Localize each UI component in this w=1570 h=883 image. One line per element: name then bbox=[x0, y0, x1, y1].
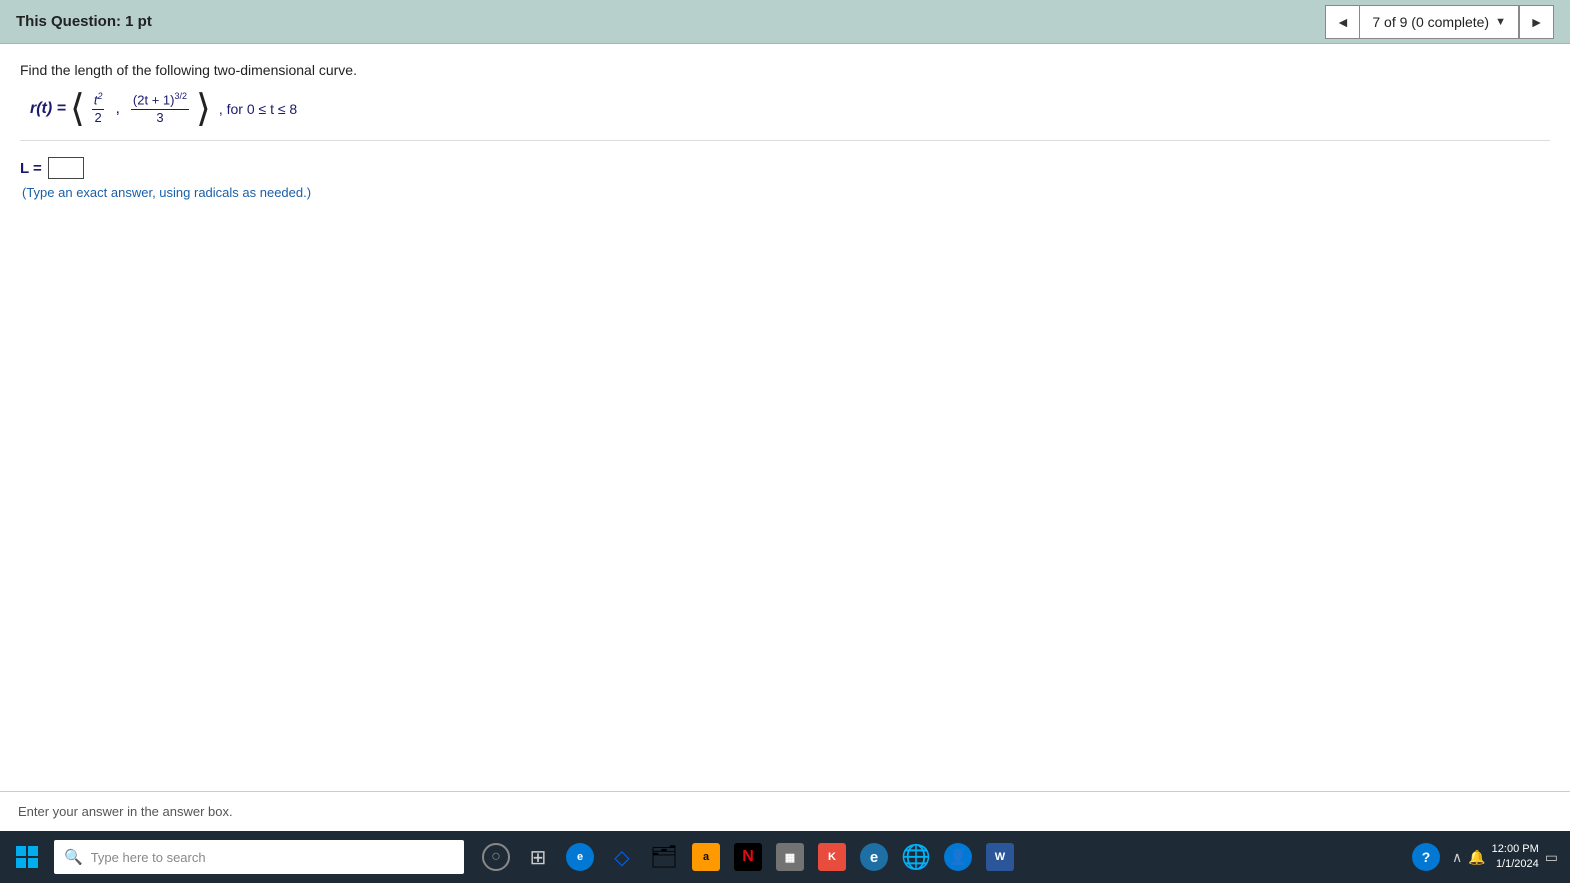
fraction-t2-2: t2 2 bbox=[92, 91, 105, 127]
search-icon: 🔍 bbox=[64, 848, 83, 866]
taskbar-ie[interactable]: e bbox=[854, 836, 894, 878]
main-content: Find the length of the following two-dim… bbox=[0, 44, 1570, 776]
help-button[interactable]: ? bbox=[1406, 836, 1446, 878]
dropbox-icon: ◇ bbox=[614, 845, 629, 870]
chevron-up-icon[interactable]: ∧ bbox=[1452, 849, 1462, 866]
comma-separator: , bbox=[115, 100, 119, 118]
answer-input[interactable] bbox=[48, 157, 84, 179]
navigation-controls: ◄ 7 of 9 (0 complete) ▼ ► bbox=[1325, 5, 1554, 39]
klokki-icon: K bbox=[818, 843, 846, 871]
start-button[interactable] bbox=[6, 836, 48, 878]
close-paren: ⟩ bbox=[196, 90, 211, 128]
notification-icon[interactable]: 🔔 bbox=[1468, 849, 1485, 866]
math-r-label: r(t) = bbox=[30, 100, 66, 118]
fraction-2t1-3: (2t + 1)3/2 3 bbox=[131, 91, 189, 127]
taskbar-edge[interactable]: e bbox=[560, 836, 600, 878]
footer-text: Enter your answer in the answer box. bbox=[18, 804, 233, 819]
edge-icon: e bbox=[566, 843, 594, 871]
taskbar-people[interactable]: 👤 bbox=[938, 836, 978, 878]
system-clock: 12:00 PM 1/1/2024 bbox=[1492, 842, 1539, 873]
question-points: This Question: 1 pt bbox=[16, 13, 152, 30]
taskbar-taskview[interactable]: ⊞ bbox=[518, 836, 558, 878]
windows-logo-icon bbox=[16, 846, 38, 868]
netflix-icon: N bbox=[734, 843, 762, 871]
people-icon: 👤 bbox=[944, 843, 972, 871]
taskbar-dropbox[interactable]: ◇ bbox=[602, 836, 642, 878]
cortana-icon: ○ bbox=[482, 843, 510, 871]
question-label: This Question: bbox=[16, 13, 121, 30]
file-explorer-icon: 🗂 bbox=[650, 844, 678, 870]
hint-text: (Type an exact answer, using radicals as… bbox=[22, 185, 1550, 200]
amazon-icon: a bbox=[692, 843, 720, 871]
taskbar-calculator[interactable]: ▦ bbox=[770, 836, 810, 878]
frac-denominator-2: 2 bbox=[93, 110, 104, 127]
question-header: This Question: 1 pt ◄ 7 of 9 (0 complete… bbox=[0, 0, 1570, 44]
answer-label: L = bbox=[20, 160, 42, 177]
footer-instruction: Enter your answer in the answer box. bbox=[0, 791, 1570, 831]
frac-numerator-expr: (2t + 1)3/2 bbox=[131, 91, 189, 110]
points-value: 1 pt bbox=[125, 13, 152, 30]
answer-row: L = bbox=[20, 157, 1550, 179]
progress-text: 7 of 9 (0 complete) bbox=[1372, 14, 1489, 30]
next-button[interactable]: ► bbox=[1519, 6, 1553, 38]
progress-label[interactable]: 7 of 9 (0 complete) ▼ bbox=[1360, 6, 1519, 38]
prev-button[interactable]: ◄ bbox=[1326, 6, 1360, 38]
clock-date: 1/1/2024 bbox=[1492, 857, 1539, 872]
open-paren: ⟨ bbox=[70, 90, 85, 128]
system-tray: ? ∧ 🔔 12:00 PM 1/1/2024 ▭ bbox=[1406, 836, 1564, 878]
question-instruction: Find the length of the following two-dim… bbox=[20, 62, 1550, 78]
calculator-icon: ▦ bbox=[776, 843, 804, 871]
taskbar-chrome[interactable]: 🌐 bbox=[896, 836, 936, 878]
math-formula: r(t) = ⟨ t2 2 , (2t + 1)3/2 3 ⟩ , for 0 … bbox=[20, 90, 1550, 141]
taskbar-klokki[interactable]: K bbox=[812, 836, 852, 878]
taskbar-amazon[interactable]: a bbox=[686, 836, 726, 878]
search-placeholder: Type here to search bbox=[91, 850, 206, 865]
taskview-icon: ⊞ bbox=[530, 845, 547, 870]
condition-text: , for 0 ≤ t ≤ 8 bbox=[219, 101, 297, 117]
clock-time: 12:00 PM bbox=[1492, 842, 1539, 857]
frac-denominator-3: 3 bbox=[154, 110, 165, 127]
search-bar[interactable]: 🔍 Type here to search bbox=[54, 840, 464, 874]
dropdown-arrow-icon: ▼ bbox=[1495, 16, 1506, 28]
help-icon: ? bbox=[1412, 843, 1440, 871]
ie-icon: e bbox=[860, 843, 888, 871]
chrome-icon: 🌐 bbox=[901, 843, 931, 872]
taskbar-cortana[interactable]: ○ bbox=[476, 836, 516, 878]
frac-numerator-t2: t2 bbox=[92, 91, 105, 110]
taskbar: 🔍 Type here to search ○ ⊞ e ◇ 🗂 a N ▦ K … bbox=[0, 831, 1570, 883]
word-icon: W bbox=[986, 843, 1014, 871]
show-desktop-icon[interactable]: ▭ bbox=[1545, 849, 1558, 866]
taskbar-netflix[interactable]: N bbox=[728, 836, 768, 878]
taskbar-word[interactable]: W bbox=[980, 836, 1020, 878]
taskbar-explorer[interactable]: 🗂 bbox=[644, 836, 684, 878]
